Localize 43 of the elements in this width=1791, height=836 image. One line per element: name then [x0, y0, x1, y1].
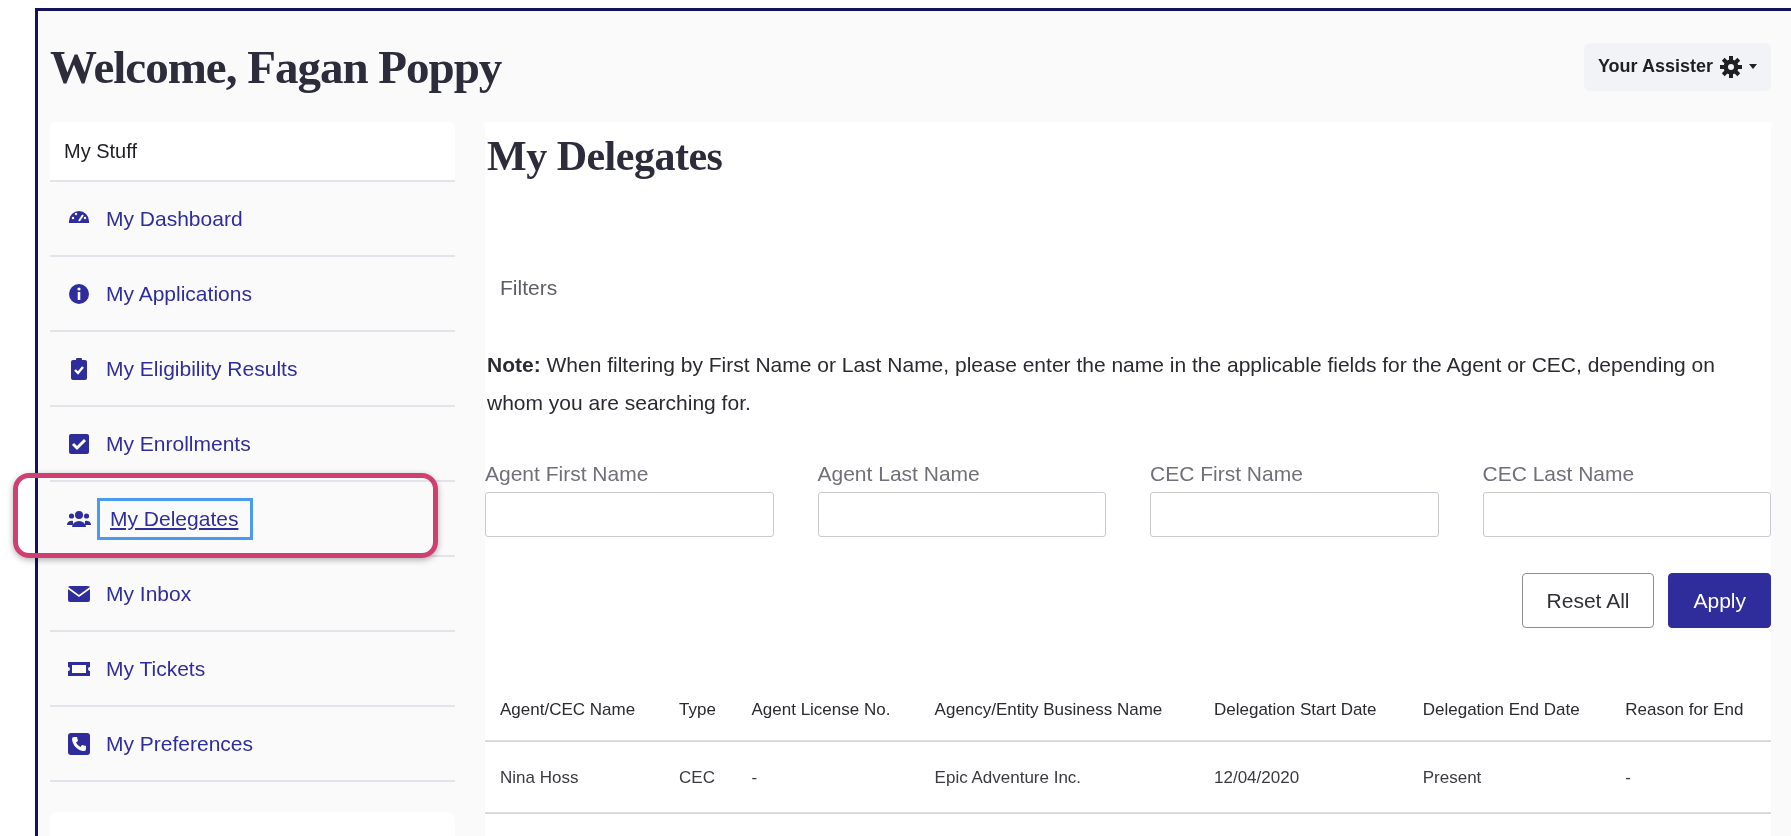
field-label: Agent Last Name: [817, 462, 981, 486]
column-header: Reason for End: [1610, 678, 1771, 741]
column-header: Delegation Start Date: [1199, 678, 1408, 741]
apply-button[interactable]: Apply: [1668, 573, 1771, 628]
page-heading: My Delegates: [487, 132, 724, 180]
caret-icon: [1749, 64, 1757, 69]
settings-icon: [1720, 55, 1742, 78]
input-field[interactable]: [485, 492, 774, 537]
user-menu-button[interactable]: Your Assister: [1583, 42, 1771, 91]
sidebar-link[interactable]: My Tickets: [103, 647, 221, 690]
checkbox-icon: [67, 431, 91, 456]
reset-button[interactable]: Reset All: [1521, 573, 1655, 628]
sidebar-link[interactable]: My Dashboard: [103, 197, 258, 240]
field-label: Agent First Name: [485, 462, 650, 486]
table-cell: Present: [1407, 741, 1611, 813]
column-header: Delegation End Date: [1407, 678, 1611, 741]
input-field[interactable]: [817, 492, 1106, 537]
column-header: Agency/Entity Business Name: [919, 678, 1199, 741]
sidebar-link[interactable]: My Inbox: [103, 572, 207, 615]
filters-heading: Filters: [500, 276, 559, 300]
table-cell: -: [736, 741, 920, 813]
input-field[interactable]: [1150, 492, 1439, 537]
phone-icon: [67, 731, 91, 756]
sidebar-link[interactable]: My Applications: [103, 272, 267, 315]
info-icon: [67, 281, 91, 306]
field-label: CEC Last Name: [1482, 462, 1636, 486]
sidebar-link[interactable]: My Preferences: [103, 722, 269, 765]
welcome-title: Welcome, Fagan Poppy: [50, 39, 502, 94]
table-cell: Nina Hoss: [485, 741, 664, 813]
note-text: Note: When filtering by First Name or Last Name, please enter the name in the applicable fields for the Agent or CEC, depending on whom you are searching for.: [487, 352, 1716, 416]
table-cell: 12/04/2020: [1199, 741, 1408, 813]
table-cell: -: [1610, 741, 1771, 813]
column-header: Agent/CEC Name: [485, 678, 664, 741]
sidebar-link[interactable]: My Enrollments: [103, 422, 266, 465]
input-field[interactable]: [1482, 492, 1771, 537]
field-label: CEC First Name: [1150, 462, 1304, 486]
table-cell: CEC: [664, 741, 737, 813]
sidebar-link[interactable]: My Eligibility Results: [103, 347, 313, 390]
sidebar-link[interactable]: My Delegates: [97, 497, 254, 540]
sidebar-title: My Stuff: [50, 122, 455, 182]
column-header: Type: [664, 678, 737, 741]
table-cell: Epic Adventure Inc.: [919, 741, 1199, 813]
column-header: Agent License No.: [736, 678, 920, 741]
